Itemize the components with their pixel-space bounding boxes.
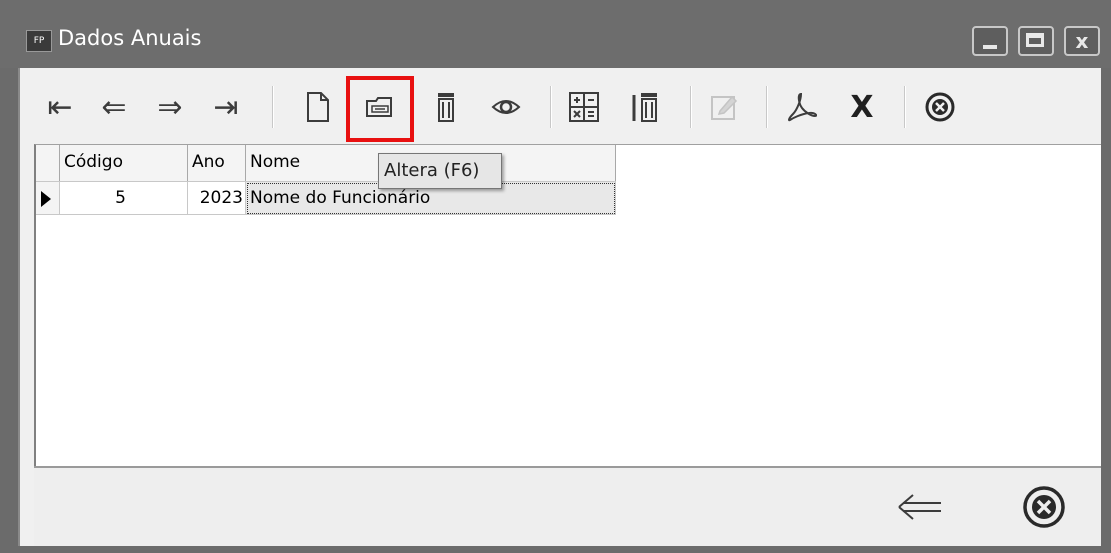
bottom-bar	[34, 466, 1101, 546]
arrow-left-icon	[898, 494, 941, 520]
calculator-icon	[569, 92, 599, 122]
excel-x-icon: X	[850, 89, 874, 125]
close-circle-icon	[925, 92, 955, 122]
cell-codigo[interactable]: 5	[60, 182, 188, 215]
trash-bar-icon	[632, 93, 657, 122]
back-button[interactable]	[894, 482, 946, 532]
toolbar-separator	[550, 86, 552, 128]
last-record-button[interactable]: ⇥	[204, 82, 248, 132]
first-record-button[interactable]: ⇤	[38, 82, 82, 132]
eye-icon	[491, 100, 521, 114]
arrow-right-icon: ⇒	[157, 89, 183, 125]
window-title: Dados Anuais	[58, 26, 202, 50]
tooltip: Altera (F6)	[378, 153, 502, 189]
current-row-arrow-icon	[41, 191, 51, 207]
new-button[interactable]	[296, 82, 340, 132]
column-header-ano[interactable]: Ano	[188, 145, 246, 181]
minimize-icon	[974, 28, 1006, 54]
app-icon: FP	[26, 30, 52, 52]
calculator-button[interactable]	[562, 82, 606, 132]
window: FP Dados Anuais x ⇤ ⇐ ⇒ ⇥ X Código Ano N…	[0, 0, 1111, 553]
close-circle-icon	[1023, 486, 1065, 528]
title-bar[interactable]: FP Dados Anuais x	[0, 0, 1111, 68]
close-button[interactable]	[1018, 482, 1070, 532]
toolbar-separator	[766, 86, 768, 128]
grid-header: Código Ano Nome	[36, 145, 616, 182]
trash-icon	[438, 93, 454, 122]
edit-button-highlight	[346, 76, 414, 142]
first-record-icon: ⇤	[47, 89, 73, 125]
cell-ano[interactable]: 2023	[188, 182, 246, 215]
close-toolbar-button[interactable]	[918, 82, 962, 132]
pdf-icon	[788, 92, 817, 122]
toolbar: ⇤ ⇐ ⇒ ⇥ X	[20, 68, 1101, 144]
delete-all-button[interactable]	[624, 82, 668, 132]
table-row[interactable]: 5 2023 Nome do Funcionário	[36, 182, 616, 215]
maximize-button[interactable]	[1018, 26, 1054, 56]
client-area: ⇤ ⇐ ⇒ ⇥ X Código Ano Nome 5 2023 Nome do…	[18, 68, 1101, 546]
last-record-icon: ⇥	[213, 89, 239, 125]
row-indicator	[36, 182, 60, 215]
column-header-codigo[interactable]: Código	[60, 145, 188, 181]
edit-disabled-button[interactable]	[702, 82, 746, 132]
new-document-icon	[307, 92, 329, 122]
pencil-edit-icon	[711, 95, 738, 120]
data-grid[interactable]: Código Ano Nome 5 2023 Nome do Funcionár…	[34, 144, 1101, 466]
delete-button[interactable]	[424, 82, 468, 132]
view-button[interactable]	[484, 82, 528, 132]
arrow-left-icon: ⇐	[101, 89, 127, 125]
excel-button[interactable]: X	[840, 82, 884, 132]
close-icon: x	[1075, 29, 1089, 53]
window-close-button[interactable]: x	[1064, 26, 1100, 56]
indicator-header	[36, 145, 60, 181]
minimize-button[interactable]	[972, 26, 1008, 56]
next-record-button[interactable]: ⇒	[148, 82, 192, 132]
pdf-button[interactable]	[780, 82, 824, 132]
previous-record-button[interactable]: ⇐	[92, 82, 136, 132]
toolbar-separator	[272, 86, 274, 128]
toolbar-separator	[904, 86, 906, 128]
maximize-icon	[1020, 28, 1052, 54]
toolbar-separator	[690, 86, 692, 128]
